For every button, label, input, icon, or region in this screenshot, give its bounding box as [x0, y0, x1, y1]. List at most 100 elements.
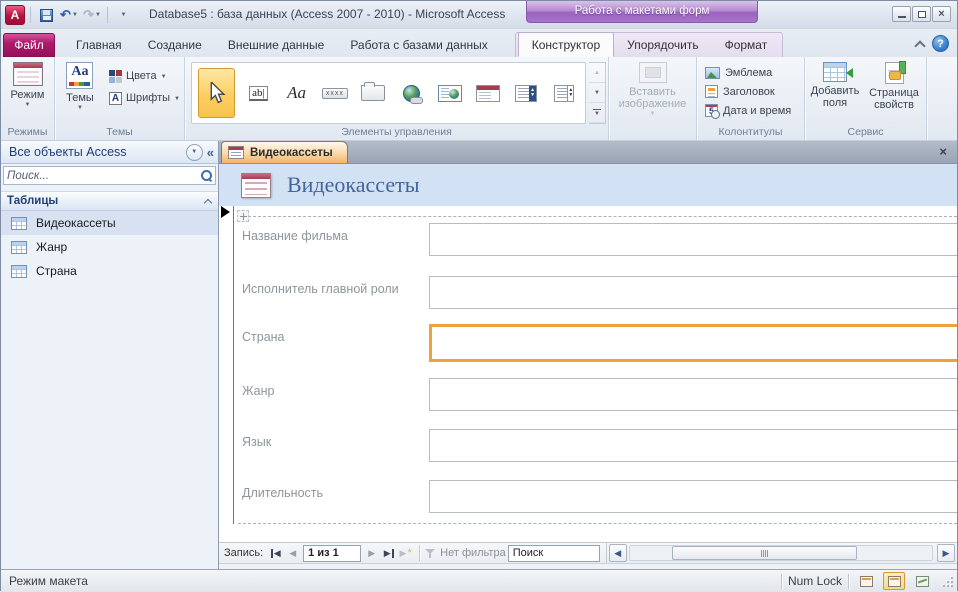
field-textbox-selected[interactable]	[429, 324, 957, 362]
logo-button[interactable]: Эмблема	[697, 63, 804, 82]
fonts-button[interactable]: A Шрифты ▼	[105, 87, 184, 109]
form-view-button[interactable]	[855, 572, 877, 590]
field-textbox[interactable]	[429, 378, 957, 411]
last-record-button[interactable]: ▶	[380, 545, 397, 562]
document-tab-videocassettes[interactable]: Видеокассеты	[221, 141, 348, 163]
navigation-pane-menu-button[interactable]: ▼	[185, 143, 203, 161]
field-label[interactable]: Жанр	[242, 384, 275, 398]
layout-view-button[interactable]	[883, 572, 905, 590]
search-input[interactable]: Поиск...	[3, 166, 216, 185]
hyperlink-control[interactable]	[397, 71, 426, 115]
first-record-button[interactable]: ◀	[267, 545, 284, 562]
filter-status-button[interactable]: Нет фильтра	[425, 547, 506, 559]
tab-create[interactable]: Создание	[135, 33, 215, 57]
help-button[interactable]: ?	[932, 35, 949, 52]
field-label[interactable]: Язык	[242, 435, 271, 449]
tab-home[interactable]: Главная	[63, 33, 135, 57]
add-fields-label: Добавить поля	[810, 85, 860, 109]
listbox-control[interactable]: ▲ ▼	[550, 71, 579, 115]
record-counter[interactable]: 1 из 1	[303, 544, 362, 562]
add-fields-button[interactable]: Добавить поля	[805, 57, 865, 123]
nav-item-label: Видеокассеты	[36, 216, 116, 230]
themes-button[interactable]: Aa Темы ▼	[55, 57, 105, 123]
scrollbar-thumb[interactable]	[671, 546, 857, 560]
close-document-button[interactable]: ×	[939, 145, 947, 158]
field-textbox[interactable]	[429, 429, 957, 462]
separator	[848, 573, 849, 589]
new-record-button[interactable]: ▶ *	[397, 545, 414, 562]
redo-button[interactable]: ↷ ▼	[82, 5, 102, 25]
record-navigation-bar: Запись: ◀ ◀ 1 из 1 ▶ ▶ ▶ * Нет фильтра По…	[219, 542, 957, 564]
window-title: Database5 : база данных (Access 2007 - 2…	[149, 7, 506, 21]
combobox-control[interactable]: ▲ ▼	[511, 71, 540, 115]
nav-item-country[interactable]: Страна	[1, 259, 218, 283]
restore-button[interactable]	[912, 6, 931, 22]
nav-item-videocassettes[interactable]: Видеокассеты	[1, 211, 218, 235]
scrollbar-track[interactable]	[628, 545, 933, 561]
customize-qat-button[interactable]: ▼	[113, 5, 133, 25]
field-label[interactable]: Название фильма	[242, 229, 348, 243]
web-browser-control[interactable]	[435, 71, 464, 115]
ribbon-group-insert-image: Вставить изображение ▼	[609, 57, 697, 140]
field-label[interactable]: Страна	[242, 330, 285, 344]
tables-section-label: Таблицы	[7, 195, 59, 207]
date-time-button[interactable]: 5 Дата и время	[697, 101, 804, 120]
tab-file[interactable]: Файл	[3, 33, 55, 57]
close-button[interactable]: ×	[932, 6, 951, 22]
tab-external-data[interactable]: Внешние данные	[215, 33, 338, 57]
undo-button[interactable]: ↷ ▼	[59, 5, 79, 25]
field-label[interactable]: Длительность	[242, 486, 323, 500]
resize-grip[interactable]	[941, 575, 953, 587]
gallery-scroll: ▲ ▼ ▼	[589, 62, 606, 124]
layout-view-icon	[887, 575, 901, 587]
add-fields-icon	[823, 62, 853, 82]
ribbon-group-tools: Добавить поля Страница свойств Сервис	[805, 57, 927, 140]
label-control[interactable]: Aa	[282, 71, 311, 115]
navigation-control[interactable]	[473, 71, 502, 115]
form-title-button[interactable]: Заголовок	[697, 82, 804, 101]
field-label[interactable]: Исполнитель главной роли	[242, 282, 399, 296]
gallery-more-button[interactable]: ▼	[589, 103, 605, 123]
tab-format[interactable]: Формат	[712, 33, 781, 57]
view-mode-button[interactable]: Режим ▼	[1, 57, 54, 123]
controls-gallery: ab| Aa xxxx ▲ ▼ ▲ ▼	[191, 62, 586, 124]
gallery-scroll-up-button[interactable]: ▲	[589, 63, 605, 83]
record-search-input[interactable]: Поиск	[507, 544, 600, 562]
access-app-icon[interactable]: A	[5, 5, 25, 25]
textbox-control[interactable]: ab|	[244, 71, 273, 115]
save-button[interactable]	[36, 5, 56, 25]
form-title[interactable]: Видеокассеты	[287, 172, 419, 198]
form-header: Видеокассеты	[219, 164, 957, 206]
property-sheet-label: Страница свойств	[869, 87, 919, 111]
collapse-pane-button[interactable]: «	[207, 145, 214, 160]
search-icon[interactable]	[201, 170, 212, 181]
gallery-scroll-down-button[interactable]: ▼	[589, 83, 605, 103]
design-view-button[interactable]	[911, 572, 933, 590]
collapse-ribbon-button[interactable]	[915, 39, 924, 48]
current-record-marker[interactable]	[221, 206, 230, 218]
button-control[interactable]: xxxx	[320, 71, 349, 115]
tab-control[interactable]	[358, 71, 387, 115]
tab-arrange[interactable]: Упорядочить	[614, 33, 711, 57]
previous-record-button[interactable]: ◀	[284, 545, 301, 562]
minimize-button[interactable]	[892, 6, 911, 22]
select-pointer-control[interactable]	[198, 68, 235, 118]
field-textbox[interactable]	[429, 223, 957, 256]
tab-design[interactable]: Конструктор	[517, 32, 615, 57]
colors-button[interactable]: Цвета ▼	[105, 65, 184, 87]
insert-image-button[interactable]: Вставить изображение ▼	[609, 57, 696, 123]
tables-section-header[interactable]: Таблицы	[1, 191, 218, 211]
scroll-left-button[interactable]: ◀	[608, 544, 627, 562]
layout-move-handle[interactable]	[237, 210, 249, 222]
next-record-button[interactable]: ▶	[363, 545, 380, 562]
ribbon-tab-row: Файл Главная Создание Внешние данные Раб…	[1, 29, 957, 57]
table-icon	[11, 264, 27, 278]
group-label-header-footer: Колонтитулы	[718, 126, 783, 138]
field-textbox[interactable]	[429, 276, 957, 309]
contextual-tabs-group: Конструктор Упорядочить Формат	[514, 32, 784, 57]
scroll-right-button[interactable]: ▶	[937, 544, 955, 562]
tab-database-tools[interactable]: Работа с базами данных	[337, 33, 500, 57]
property-sheet-button[interactable]: Страница свойств	[865, 57, 923, 123]
nav-item-genre[interactable]: Жанр	[1, 235, 218, 259]
field-textbox[interactable]	[429, 480, 957, 513]
